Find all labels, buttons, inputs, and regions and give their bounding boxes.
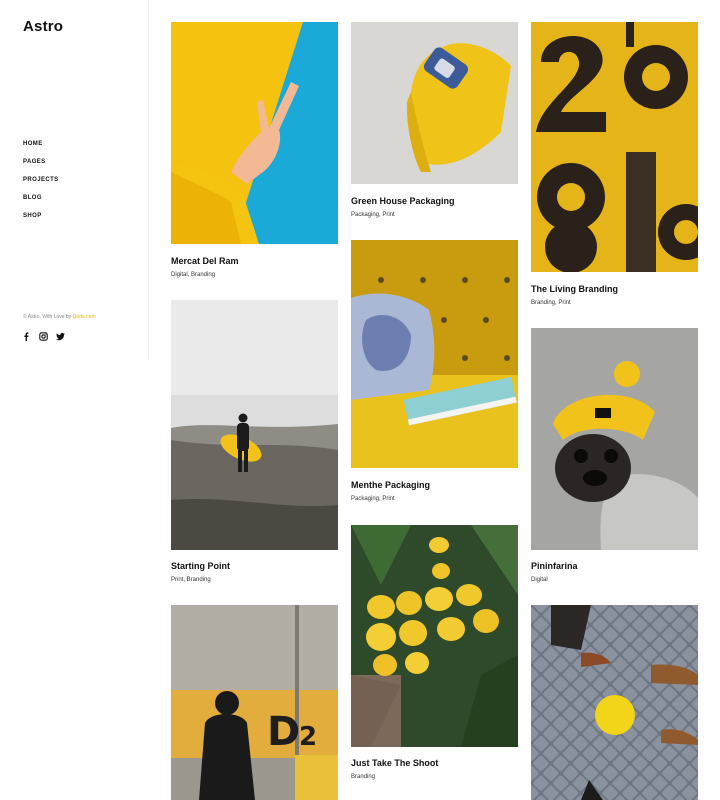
project-title[interactable]: Mercat Del Ram [171, 256, 239, 266]
site-logo[interactable]: Astro [23, 18, 63, 35]
project-image-number-wall[interactable] [531, 22, 698, 272]
project-title[interactable]: Just Take The Shoot [351, 758, 438, 768]
project-tags: Packaging, Print [351, 212, 395, 218]
project-title[interactable]: Pininfarina [531, 561, 578, 571]
facebook-icon[interactable] [22, 328, 31, 341]
project-image-pug-beanie[interactable] [531, 328, 698, 550]
project-tags: Branding [351, 774, 376, 780]
project-title[interactable]: Green House Packaging [351, 196, 455, 206]
instagram-icon[interactable] [39, 328, 48, 341]
nav-item-pages[interactable]: PAGES [23, 156, 59, 174]
project-image-yellow-sofa[interactable] [351, 240, 518, 468]
twitter-icon[interactable] [56, 328, 65, 341]
project-card: The Living Branding Branding, Print [531, 22, 698, 312]
project-card: Starting Point Print, Branding [171, 300, 338, 592]
project-card: Mercat Del Ram Digital, Branding [171, 22, 338, 292]
project-tags: Digital [531, 577, 548, 583]
project-card: Pininfarina Digital [531, 328, 698, 593]
project-card: Menthe Packaging Packaging, Print [351, 240, 518, 510]
svg-text:2: 2 [299, 722, 317, 752]
copyright-text: © Astro. With Love by [23, 314, 73, 320]
main-nav: HOME PAGES PROJECTS BLOG SHOP [23, 138, 59, 228]
footer-link[interactable]: Qode.com [73, 314, 96, 320]
project-title[interactable]: Menthe Packaging [351, 480, 430, 490]
project-tags: Print, Branding [171, 577, 211, 583]
project-image-lemons[interactable] [351, 525, 518, 747]
project-image-cobblestone[interactable] [531, 605, 698, 800]
project-image-surfer[interactable] [171, 300, 338, 550]
project-tags: Digital, Branding [171, 272, 216, 278]
project-card: Green House Packaging Packaging, Print [351, 22, 518, 232]
svg-text:D: D [267, 709, 300, 755]
project-title[interactable]: Starting Point [171, 561, 230, 571]
sidebar: Astro HOME PAGES PROJECTS BLOG SHOP © As… [0, 0, 149, 360]
project-image-hand-peace[interactable] [171, 22, 338, 244]
project-card [531, 605, 698, 800]
project-title[interactable]: The Living Branding [531, 284, 618, 294]
project-tags: Branding, Print [531, 300, 571, 306]
project-tags: Packaging, Print [351, 496, 395, 502]
nav-item-home[interactable]: HOME [23, 138, 59, 156]
nav-item-blog[interactable]: BLOG [23, 192, 59, 210]
social-links [22, 328, 65, 341]
copyright: © Astro. With Love by Qode.com [23, 314, 96, 320]
project-card: D 2 [171, 605, 338, 800]
project-card: Just Take The Shoot Branding [351, 525, 518, 787]
project-image-d2-wall[interactable]: D 2 [171, 605, 338, 800]
project-image-yellow-chair[interactable] [351, 22, 518, 184]
nav-item-shop[interactable]: SHOP [23, 210, 59, 228]
nav-item-projects[interactable]: PROJECTS [23, 174, 59, 192]
